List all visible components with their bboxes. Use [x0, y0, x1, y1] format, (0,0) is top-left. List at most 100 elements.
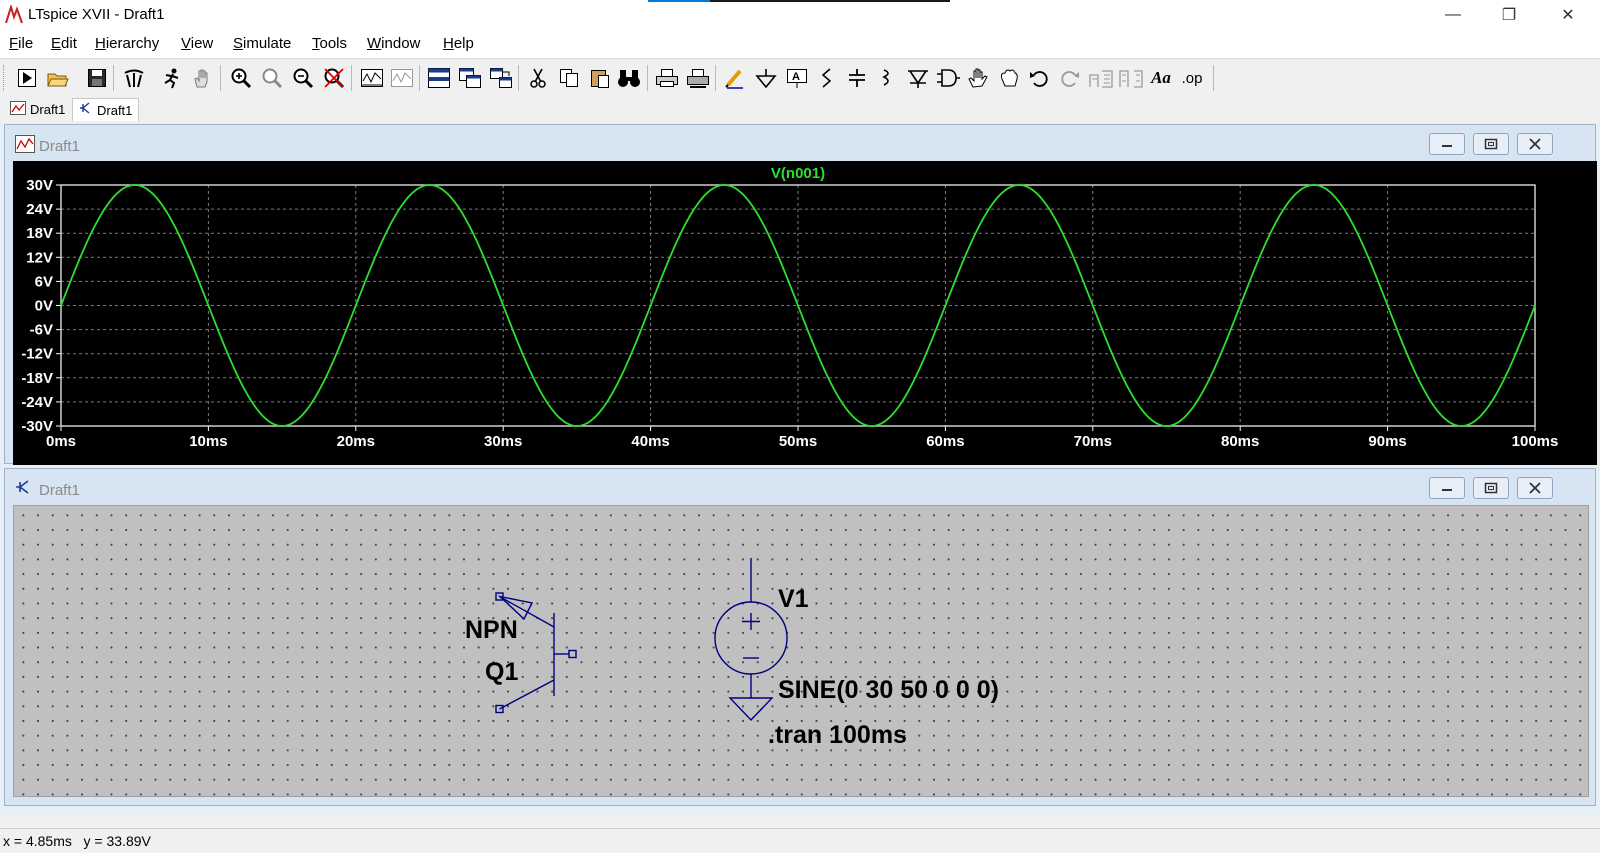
copy-icon[interactable]	[556, 66, 582, 90]
x-tick-label: 60ms	[926, 433, 964, 450]
tab-schematic[interactable]: Draft1	[72, 98, 140, 121]
transistor-name-label[interactable]: Q1	[485, 658, 518, 687]
toolbar-grip	[3, 65, 7, 91]
y-tick-label: -12V	[21, 346, 53, 363]
menu-simulate[interactable]: Simulate	[233, 35, 291, 52]
tab-label: Draft1	[30, 101, 66, 117]
svg-text:A: A	[792, 71, 800, 83]
cascade-icon[interactable]	[488, 66, 514, 90]
transistor-model-label[interactable]: NPN	[465, 616, 518, 645]
schematic-minimize-button[interactable]	[1429, 477, 1465, 499]
capacitor-icon[interactable]	[844, 66, 870, 90]
trace-title: V(n001)	[771, 165, 825, 182]
npn-transistor-symbol[interactable]	[494, 591, 594, 716]
drag-icon[interactable]	[996, 66, 1022, 90]
status-bar: x = 4.85ms y = 33.89V	[0, 828, 1600, 853]
wire-icon[interactable]	[722, 66, 748, 90]
y-tick-label: 12V	[26, 249, 53, 266]
zoom-area-icon[interactable]	[259, 66, 285, 90]
close-button[interactable]: ✕	[1545, 0, 1591, 30]
tile-horizontal-icon[interactable]	[426, 66, 452, 90]
resistor-icon[interactable]	[814, 66, 840, 90]
mdi-workspace: Draft1 0ms 10ms 20ms 30ms 40ms 50ms 60ms 70ms 80…	[0, 123, 1600, 815]
ground-icon[interactable]	[753, 66, 779, 90]
mirror-icon[interactable]	[1118, 66, 1144, 90]
menu-view[interactable]: View	[181, 35, 213, 52]
schematic-icon	[79, 101, 93, 119]
open-icon[interactable]	[45, 66, 71, 90]
pan-hand-icon[interactable]	[189, 66, 215, 90]
print-icon[interactable]	[654, 66, 680, 90]
menu-edit[interactable]: Edit	[51, 35, 77, 52]
zoom-cancel-icon[interactable]	[321, 66, 347, 90]
x-tick-label: 0ms	[46, 433, 76, 450]
print-setup-icon[interactable]	[685, 66, 711, 90]
run-icon[interactable]	[14, 66, 40, 90]
waveform-plot[interactable]: 0ms 10ms 20ms 30ms 40ms 50ms 60ms 70ms 80ms 90ms 1…	[13, 161, 1597, 465]
menu-tools[interactable]: Tools	[312, 35, 347, 52]
redo-icon[interactable]	[1057, 66, 1083, 90]
source-value-label[interactable]: SINE(0 30 50 0 0 0)	[778, 676, 999, 705]
zoom-in-icon[interactable]	[228, 66, 254, 90]
schematic-canvas[interactable]: NPN Q1 V1 SINE(0 30 50 0 0 0) .tran 100m…	[13, 505, 1589, 797]
halt-icon[interactable]	[158, 66, 184, 90]
x-tick-label: 90ms	[1368, 433, 1406, 450]
cut-icon[interactable]	[525, 66, 551, 90]
zoom-out-icon[interactable]	[290, 66, 316, 90]
save-icon[interactable]	[84, 66, 110, 90]
undo-icon[interactable]	[1026, 66, 1052, 90]
ltspice-logo-icon	[4, 3, 24, 30]
minimize-button[interactable]: —	[1430, 0, 1476, 30]
waveform-icon	[10, 100, 26, 118]
cursor-readout: x = 4.85ms y = 33.89V	[3, 833, 151, 849]
x-tick-label: 80ms	[1221, 433, 1259, 450]
menu-bar: File Edit Hierarchy View Simulate Tools …	[0, 30, 1600, 58]
menu-window[interactable]: Window	[367, 35, 420, 52]
waveform-minimize-button[interactable]	[1429, 133, 1465, 155]
y-tick-label: -24V	[21, 394, 53, 411]
x-tick-label: 100ms	[1512, 433, 1559, 450]
y-tick-label: -18V	[21, 370, 53, 387]
text-icon[interactable]: Aa	[1148, 66, 1174, 90]
waveform-close-button[interactable]	[1517, 133, 1553, 155]
menu-file[interactable]: File	[9, 35, 33, 52]
y-tick-label: 30V	[26, 177, 53, 194]
source-name-label[interactable]: V1	[778, 585, 809, 614]
y-tick-label: 6V	[35, 273, 53, 290]
tab-waveform[interactable]: Draft1	[4, 98, 71, 120]
x-tick-label: 20ms	[337, 433, 375, 450]
x-tick-label: 40ms	[631, 433, 669, 450]
move-icon[interactable]	[965, 66, 991, 90]
menu-help[interactable]: Help	[443, 35, 474, 52]
rotate-icon[interactable]	[1088, 66, 1114, 90]
toolbar: A Aa .op	[0, 58, 1600, 98]
y-tick-label: -30V	[21, 418, 53, 435]
waveform-window: Draft1 0ms 10ms 20ms 30ms 40ms 50ms 60ms 70ms 80…	[4, 124, 1597, 465]
autorange-icon[interactable]	[359, 66, 385, 90]
diode-icon[interactable]	[905, 66, 931, 90]
spice-directive-label[interactable]: .tran 100ms	[768, 721, 907, 750]
spice-directive-icon[interactable]: .op	[1179, 66, 1205, 90]
label-net-icon[interactable]: A	[784, 66, 810, 90]
schematic-window: Draft1 NPN Q1 V1 SINE(0 30 50 0 0 0) .tr…	[4, 468, 1596, 806]
inductor-icon[interactable]	[874, 66, 900, 90]
control-panel-icon[interactable]	[121, 66, 147, 90]
schematic-window-title: Draft1	[39, 482, 80, 499]
restore-button[interactable]: ❐	[1486, 0, 1532, 30]
schematic-maximize-button[interactable]	[1473, 477, 1509, 499]
x-tick-label: 10ms	[189, 433, 227, 450]
delete-trace-icon[interactable]	[389, 66, 415, 90]
x-tick-label: 30ms	[484, 433, 522, 450]
y-tick-label: 0V	[35, 298, 53, 315]
cursor-x-readout: x = 4.85ms	[3, 833, 72, 849]
x-tick-label: 50ms	[779, 433, 817, 450]
menu-hierarchy[interactable]: Hierarchy	[95, 35, 159, 52]
paste-icon[interactable]	[587, 66, 613, 90]
tile-vertical-icon[interactable]	[457, 66, 483, 90]
find-icon[interactable]	[616, 66, 642, 90]
waveform-window-title: Draft1	[39, 138, 80, 155]
waveform-maximize-button[interactable]	[1473, 133, 1509, 155]
component-icon[interactable]	[935, 66, 961, 90]
schematic-close-button[interactable]	[1517, 477, 1553, 499]
taskbar-accent	[648, 0, 950, 2]
